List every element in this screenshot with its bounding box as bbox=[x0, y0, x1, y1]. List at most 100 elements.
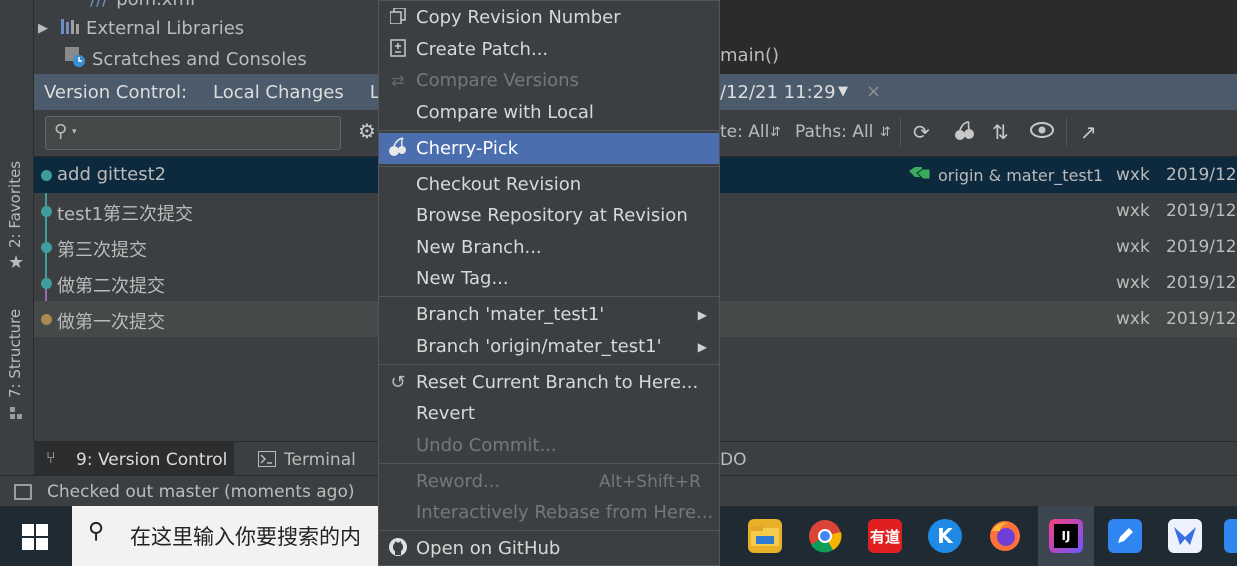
tool-tab-terminal[interactable]: Terminal bbox=[258, 442, 388, 476]
reset-icon: ↺ bbox=[390, 372, 406, 393]
star-icon: ★ bbox=[8, 252, 25, 273]
menu-item-undo-commit[interactable]: Undo Commit... bbox=[379, 430, 719, 461]
intellij-taskbar-slot[interactable]: IJ bbox=[1038, 506, 1094, 566]
menu-item-label: Reword... bbox=[416, 471, 501, 492]
open-external-icon[interactable]: ↗ bbox=[1080, 120, 1097, 144]
commit-refs: origin & mater_test1 bbox=[938, 166, 1104, 185]
cherry-icon[interactable] bbox=[953, 120, 975, 147]
chrome-icon[interactable] bbox=[808, 519, 842, 553]
copy-icon bbox=[387, 6, 409, 28]
menu-separator bbox=[379, 166, 719, 167]
menu-item-label: Reset Current Branch to Here... bbox=[416, 372, 699, 393]
commit-author: wxk bbox=[1116, 273, 1150, 293]
menu-item-reword[interactable]: Reword... Alt+Shift+R bbox=[379, 466, 719, 497]
tag-icon bbox=[908, 166, 934, 188]
taskbar-search-input[interactable]: ⚲ 在这里输入你要搜索的内 bbox=[72, 506, 382, 566]
commit-node bbox=[41, 314, 52, 325]
menu-item-label: Cherry-Pick bbox=[416, 138, 519, 159]
commit-node bbox=[41, 242, 52, 253]
commit-author: wxk bbox=[1116, 309, 1150, 329]
tree-item-external-libraries[interactable]: ▶ External Libraries bbox=[38, 13, 244, 43]
paths-filter[interactable]: Paths: All bbox=[795, 122, 873, 142]
gear-icon[interactable]: ⚙ bbox=[358, 119, 376, 143]
favorites-tab[interactable]: 2: Favorites bbox=[6, 161, 24, 248]
intellij-icon: IJ bbox=[1049, 519, 1083, 553]
menu-item-create-patch[interactable]: Create Patch... bbox=[379, 34, 719, 65]
windows-start-icon[interactable] bbox=[22, 524, 48, 554]
log-tab-date[interactable]: /12/21 11:29 bbox=[720, 82, 836, 103]
chevron-down-icon[interactable]: ▾ bbox=[72, 127, 77, 137]
menu-item-compare-local[interactable]: Compare with Local bbox=[379, 97, 719, 128]
search-icon: ⚲ bbox=[54, 121, 68, 142]
commit-subject: test1第三次提交 bbox=[57, 204, 194, 225]
commit-date: 2019/12 bbox=[1166, 201, 1237, 221]
menu-item-shortcut: Alt+Shift+R bbox=[599, 471, 701, 492]
menu-item-open-github[interactable]: Open on GitHub bbox=[379, 533, 719, 564]
editor-breadcrumb[interactable]: main() bbox=[720, 45, 779, 66]
patch-icon bbox=[387, 38, 409, 61]
menu-item-copy-revision[interactable]: Copy Revision Number bbox=[379, 2, 719, 33]
submenu-arrow-icon: ▶ bbox=[697, 307, 707, 322]
menu-item-reset-branch[interactable]: ↺ Reset Current Branch to Here... bbox=[379, 367, 719, 398]
commit-subject: 做第一次提交 bbox=[57, 312, 165, 333]
branch-icon: ⑂ bbox=[46, 448, 56, 467]
menu-item-cherry-pick[interactable]: Cherry-Pick bbox=[379, 133, 719, 164]
overflow-app-icon[interactable] bbox=[1224, 519, 1237, 553]
toolbar-divider bbox=[900, 118, 901, 146]
tree-item-scratches[interactable]: Scratches and Consoles bbox=[64, 44, 307, 74]
tool-tab-version-control[interactable]: ⑂ 9: Version Control bbox=[34, 442, 234, 476]
tool-tab-todo[interactable]: DO bbox=[720, 450, 746, 470]
expand-arrow-icon[interactable]: ▶ bbox=[38, 21, 48, 36]
chevron-down-icon[interactable]: ▼ bbox=[838, 84, 848, 99]
commit-date: 2019/12 bbox=[1166, 273, 1237, 293]
tree-item-pom[interactable]: /// pom.xml bbox=[90, 0, 195, 14]
menu-item-label: Copy Revision Number bbox=[416, 7, 621, 28]
firefox-icon[interactable] bbox=[988, 519, 1022, 553]
eye-icon[interactable] bbox=[1030, 120, 1054, 144]
menu-separator bbox=[379, 364, 719, 365]
submenu-arrow-icon: ▶ bbox=[697, 339, 707, 354]
kugou-icon[interactable]: K bbox=[928, 519, 962, 553]
menu-item-compare-versions[interactable]: ⇄ Compare Versions bbox=[379, 65, 719, 96]
tab-local-changes[interactable]: Local Changes bbox=[203, 82, 354, 103]
close-icon[interactable]: × bbox=[866, 81, 881, 102]
commit-subject: 做第二次提交 bbox=[57, 276, 165, 297]
commit-subject: 第三次提交 bbox=[57, 240, 147, 261]
menu-item-label: Undo Commit... bbox=[416, 435, 557, 456]
commit-date: 2019/12 bbox=[1166, 309, 1237, 329]
commit-date: 2019/12 bbox=[1166, 165, 1237, 185]
tool-tab-label: Terminal bbox=[284, 450, 356, 470]
window-icon[interactable] bbox=[14, 484, 32, 504]
cherry-icon bbox=[387, 136, 409, 161]
youdao-icon[interactable]: 有道 bbox=[868, 519, 902, 553]
date-filter[interactable]: te: All bbox=[720, 122, 769, 142]
structure-icon bbox=[10, 404, 22, 419]
commit-author: wxk bbox=[1116, 237, 1150, 257]
refresh-icon[interactable]: ⟳ bbox=[913, 120, 930, 144]
sort-icon[interactable]: ⇅ bbox=[992, 120, 1009, 144]
menu-item-label: New Branch... bbox=[416, 237, 542, 258]
structure-tab[interactable]: 7: Structure bbox=[6, 309, 24, 398]
menu-item-label: Branch 'mater_test1' bbox=[416, 304, 605, 325]
commit-subject: add gittest2 bbox=[57, 164, 167, 185]
commit-date: 2019/12 bbox=[1166, 237, 1237, 257]
left-tool-stripe: 2: Favorites ★ 7: Structure bbox=[0, 0, 34, 441]
sort-arrows-icon: ⇵ bbox=[770, 125, 781, 140]
menu-item-interactive-rebase[interactable]: Interactively Rebase from Here... bbox=[379, 497, 719, 528]
file-explorer-icon[interactable] bbox=[748, 519, 782, 553]
menu-item-branch-origin-mater-test1[interactable]: Branch 'origin/mater_test1' ▶ bbox=[379, 331, 719, 362]
menu-separator bbox=[379, 530, 719, 531]
menu-item-new-branch[interactable]: New Branch... bbox=[379, 232, 719, 263]
menu-item-label: Open on GitHub bbox=[416, 538, 561, 559]
menu-item-new-tag[interactable]: New Tag... bbox=[379, 263, 719, 294]
project-tree: /// pom.xml ▶ External Libraries Scratch… bbox=[34, 0, 378, 74]
menu-item-revert[interactable]: Revert bbox=[379, 398, 719, 429]
menu-item-label: Browse Repository at Revision bbox=[416, 205, 688, 226]
menu-item-browse-repository[interactable]: Browse Repository at Revision bbox=[379, 200, 719, 231]
log-search-input[interactable]: ⚲ ▾ bbox=[45, 116, 341, 150]
menu-item-checkout-revision[interactable]: Checkout Revision bbox=[379, 169, 719, 200]
menu-item-branch-mater-test1[interactable]: Branch 'mater_test1' ▶ bbox=[379, 299, 719, 330]
bird-app-icon[interactable] bbox=[1168, 519, 1202, 553]
menu-item-label: Interactively Rebase from Here... bbox=[416, 502, 714, 523]
notes-app-icon[interactable] bbox=[1108, 519, 1142, 553]
